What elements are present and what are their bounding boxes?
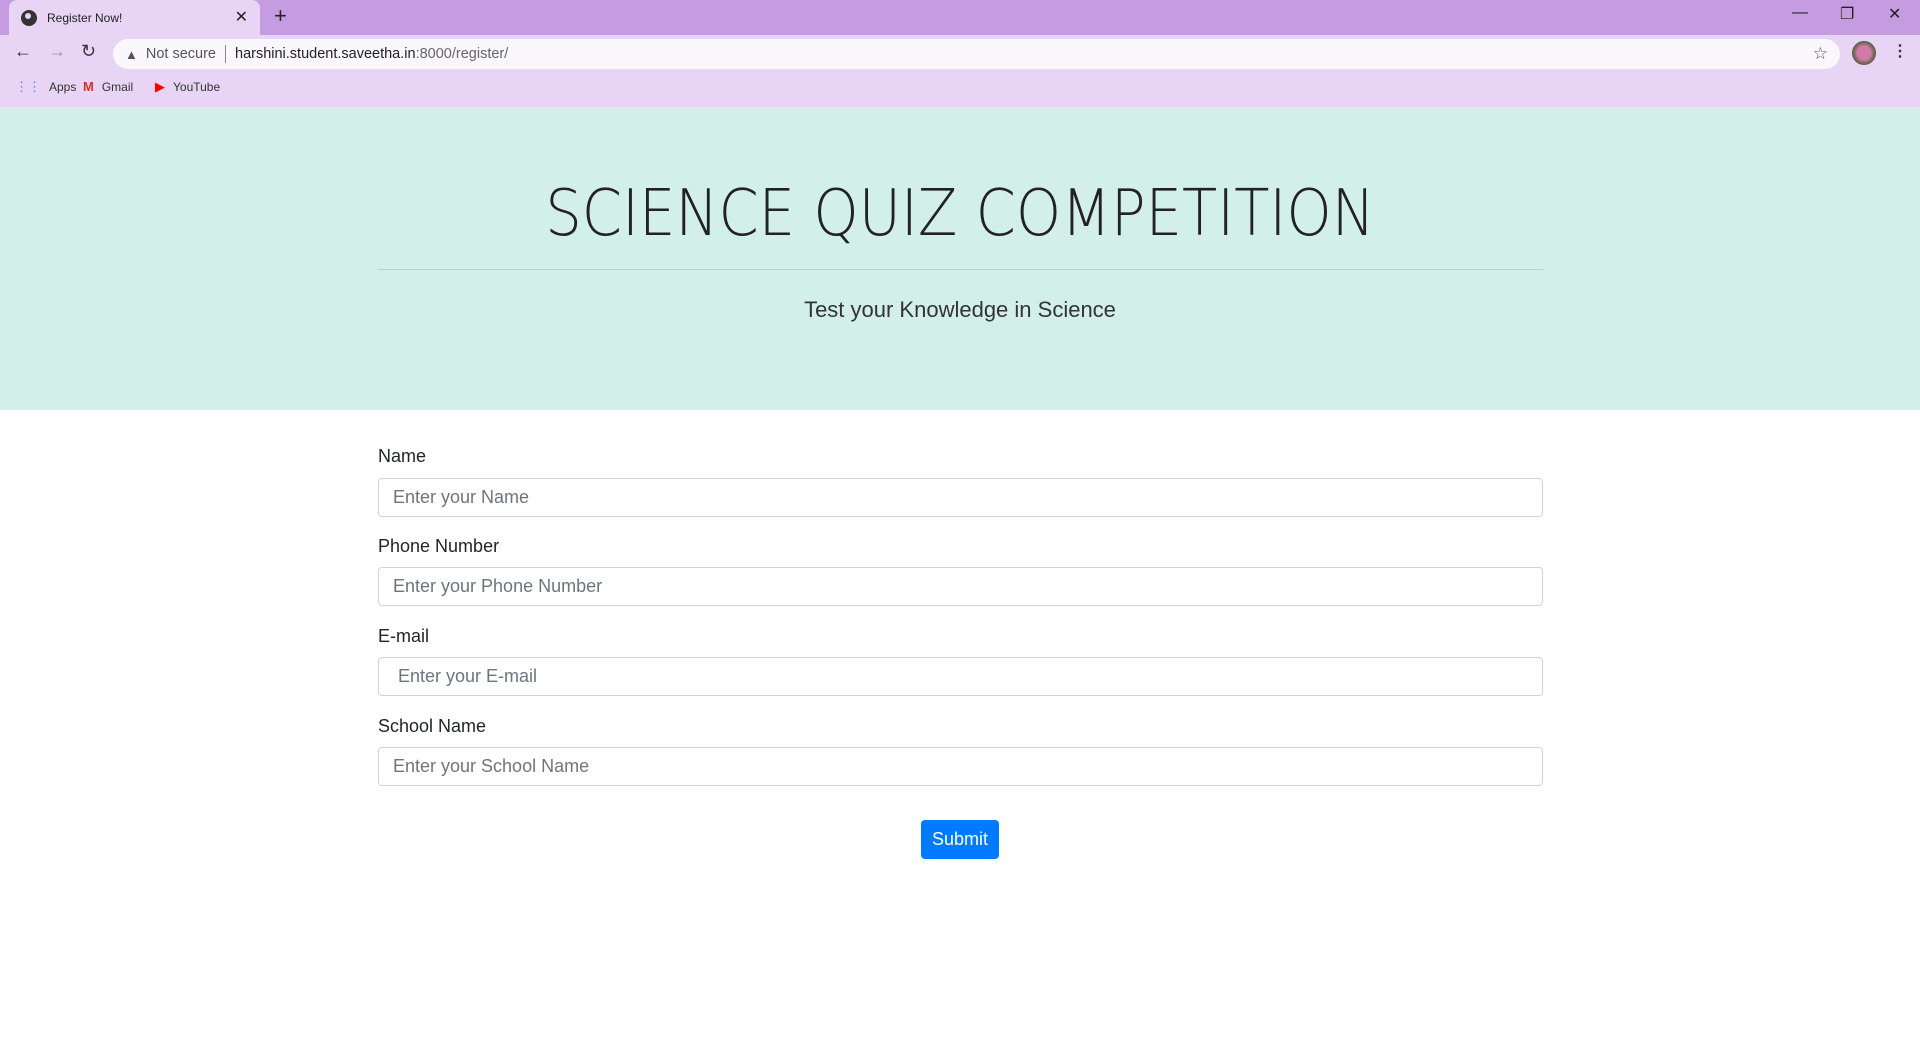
email-label: E-mail xyxy=(378,626,430,646)
bookmark-label: Apps xyxy=(49,80,77,94)
divider xyxy=(225,45,226,63)
tab-title: Register Now! xyxy=(47,10,123,25)
phone-input[interactable] xyxy=(378,567,1543,606)
warning-icon: ▲ xyxy=(125,46,138,62)
bookmark-gmail[interactable]: M Gmail xyxy=(83,79,133,94)
school-input[interactable] xyxy=(378,747,1543,786)
browser-toolbar: ← → ↻ ▲ Not secure harshini.student.save… xyxy=(0,35,1920,107)
name-input[interactable] xyxy=(378,478,1543,517)
divider xyxy=(378,269,1543,270)
apps-grid-icon: ⋮⋮ xyxy=(15,79,41,94)
bookmark-label: Gmail xyxy=(101,79,134,94)
address-bar[interactable]: ▲ Not secure harshini.student.saveetha.i… xyxy=(113,39,1840,69)
bookmark-label: YouTube xyxy=(173,80,221,94)
profile-avatar[interactable] xyxy=(1852,41,1876,65)
back-icon[interactable]: ← xyxy=(14,41,32,62)
new-tab-icon[interactable]: + xyxy=(274,3,287,29)
email-input[interactable] xyxy=(378,657,1543,696)
gmail-icon: M xyxy=(83,79,94,94)
submit-button[interactable]: Submit xyxy=(921,820,999,859)
restore-icon[interactable]: ❐ xyxy=(1840,4,1854,24)
url-path: :8000/register/ xyxy=(415,46,509,62)
globe-icon xyxy=(21,9,37,26)
reload-icon[interactable]: ↻ xyxy=(81,41,96,62)
close-window-icon[interactable]: ✕ xyxy=(1888,4,1901,24)
close-tab-icon[interactable]: ✕ xyxy=(235,7,248,27)
page-subtitle: Test your Knowledge in Science xyxy=(804,297,1116,322)
browser-tab[interactable]: Register Now! ✕ xyxy=(9,0,260,35)
page-title: SCIENCE QUIZ COMPETITION xyxy=(545,177,1375,251)
youtube-icon: ▶ xyxy=(155,79,165,94)
bookmark-apps[interactable]: ⋮⋮ Apps xyxy=(15,79,76,95)
phone-label: Phone Number xyxy=(378,536,500,556)
school-label: School Name xyxy=(378,716,487,736)
jumbotron: SCIENCE QUIZ COMPETITION Test your Knowl… xyxy=(0,107,1920,410)
bookmark-star-icon[interactable]: ☆ xyxy=(1813,44,1828,64)
menu-icon[interactable]: ⋮ xyxy=(1892,41,1908,61)
name-label: Name xyxy=(378,446,427,466)
bookmark-youtube[interactable]: ▶ YouTube xyxy=(155,79,220,95)
url-host: harshini.student.saveetha.in xyxy=(235,46,416,62)
tab-strip: Register Now! ✕ + — ❐ ✕ xyxy=(0,0,1920,35)
security-status: Not secure xyxy=(145,46,216,62)
minimize-icon[interactable]: — xyxy=(1792,4,1808,22)
forward-icon[interactable]: → xyxy=(48,41,66,62)
